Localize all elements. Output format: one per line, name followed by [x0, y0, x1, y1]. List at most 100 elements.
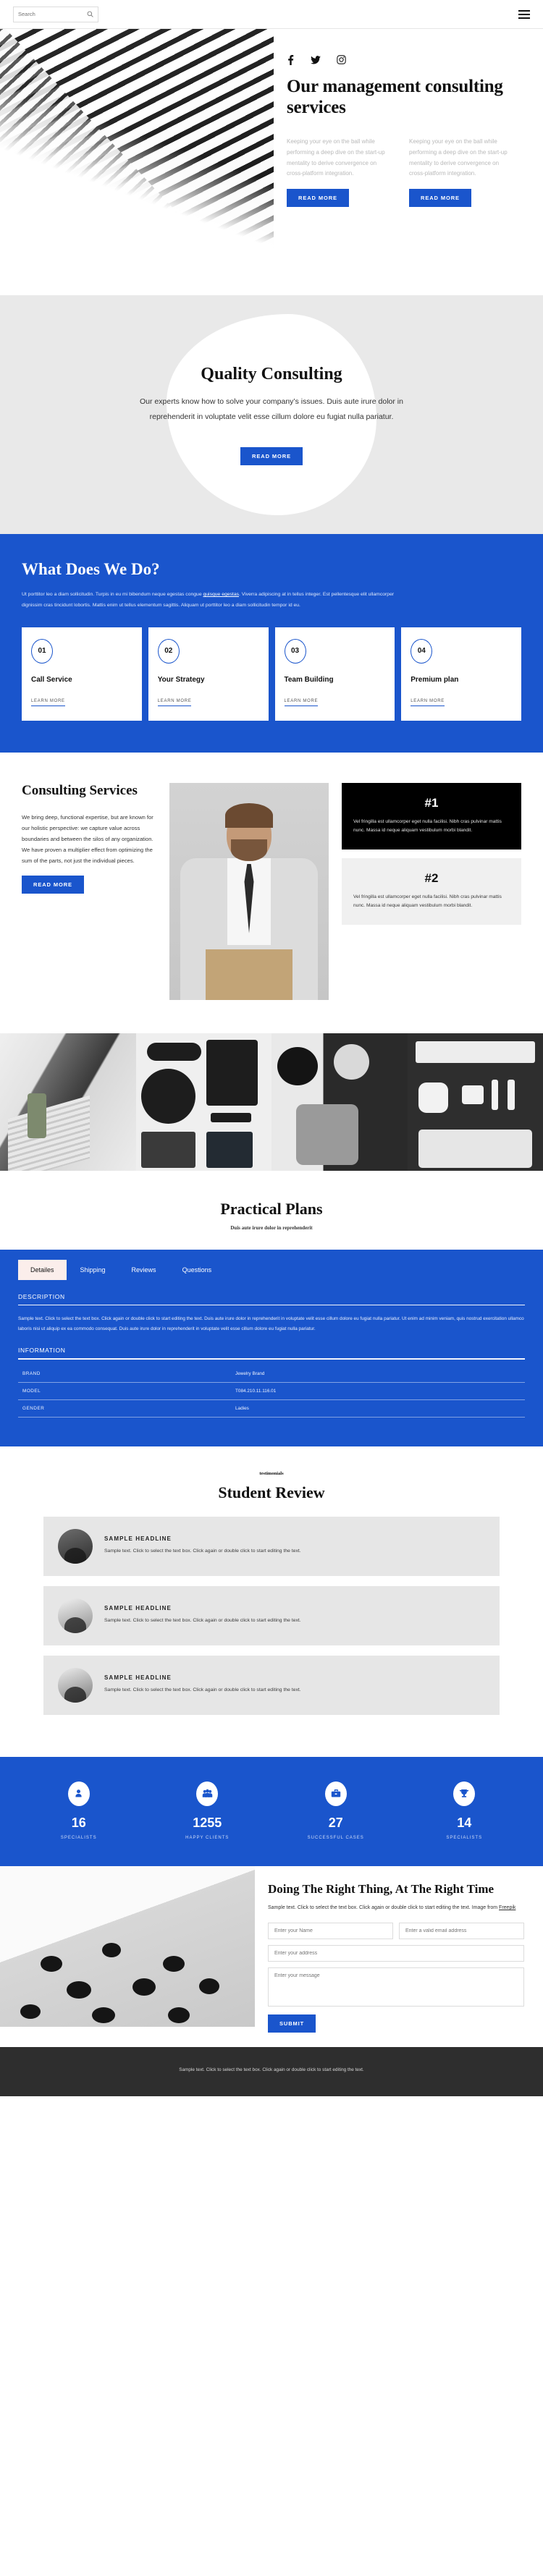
practical-plans-section: Detailes Shipping Reviews Questions DESC…: [0, 1249, 543, 1446]
tab-shipping[interactable]: Shipping: [68, 1260, 118, 1280]
rank-card-2: #2 Vel fringilla est ullamcorper eget nu…: [342, 857, 521, 925]
table-key: GENDER: [18, 1399, 231, 1418]
rank-card-1: #1 Vel fringilla est ullamcorper eget nu…: [342, 782, 521, 850]
service-number: 04: [411, 638, 433, 664]
hero-column-text: Keeping your eye on the ball while perfo…: [287, 138, 385, 177]
table-key: MODEL: [18, 1382, 231, 1400]
information-table: BRAND Jewelry Brand MODEL T084.210.11.11…: [18, 1365, 525, 1418]
email-field[interactable]: [399, 1922, 524, 1939]
smiling-businessman-photo: [169, 782, 329, 1000]
hero-building-image: [0, 29, 274, 295]
rank-title: #2: [424, 870, 439, 885]
testimonial-card: SAMPLE HEADLINE Sample text. Click to se…: [43, 1585, 500, 1645]
service-card[interactable]: 02 Your Strategy LEARN MORE: [148, 627, 269, 721]
tab-reviews[interactable]: Reviews: [119, 1260, 169, 1280]
practical-plans-header: Practical Plans Duis aute irure dolor in…: [0, 1170, 543, 1250]
service-card[interactable]: 04 Premium plan LEARN MORE: [401, 627, 521, 721]
service-number: 02: [157, 638, 180, 664]
service-card[interactable]: 03 Team Building LEARN MORE: [274, 627, 395, 721]
form-row: [268, 1944, 524, 1962]
table-row: BRAND Jewelry Brand: [18, 1365, 525, 1383]
testimonial-body: SAMPLE HEADLINE Sample text. Click to se…: [104, 1674, 301, 1695]
testimonials-eyebrow: testimonials: [259, 1470, 284, 1476]
contact-form-column: Doing The Right Thing, At The Right Time…: [255, 1866, 543, 2047]
quality-content: Quality Consulting Our experts know how …: [119, 365, 424, 465]
stat-label: HAPPY CLIENTS: [185, 1835, 230, 1840]
learn-more-link[interactable]: LEARN MORE: [411, 699, 445, 706]
testimonial-text: Sample text. Click to select the text bo…: [104, 1687, 301, 1693]
facebook-icon[interactable]: [287, 55, 295, 65]
testimonial-text: Sample text. Click to select the text bo…: [104, 1548, 301, 1554]
hero-section: Our management consulting services Keepi…: [0, 29, 543, 295]
name-field[interactable]: [268, 1922, 393, 1939]
rank-title: #1: [424, 795, 439, 810]
read-more-button[interactable]: READ MORE: [409, 189, 471, 208]
tab-questions[interactable]: Questions: [170, 1260, 224, 1280]
read-more-button[interactable]: READ MORE: [22, 876, 84, 894]
learn-more-link[interactable]: LEARN MORE: [284, 699, 319, 706]
plans-title: Practical Plans: [220, 1199, 323, 1218]
quality-consulting-section: Quality Consulting Our experts know how …: [0, 295, 543, 534]
instagram-icon[interactable]: [337, 55, 346, 65]
hero-content: Our management consulting services Keepi…: [287, 55, 526, 208]
read-more-button[interactable]: READ MORE: [240, 446, 303, 465]
form-row: [268, 1922, 524, 1939]
information-divider: [18, 1358, 525, 1360]
message-field[interactable]: [268, 1967, 524, 2007]
testimonial-headline: SAMPLE HEADLINE: [104, 1605, 172, 1612]
consulting-body: We bring deep, functional expertise, but…: [22, 814, 153, 864]
hero-column-text: Keeping your eye on the ball while perfo…: [409, 138, 508, 177]
search-icon[interactable]: [87, 8, 93, 21]
search-input[interactable]: [18, 11, 85, 17]
stat-value: 16: [71, 1815, 86, 1830]
photo-pants: [206, 949, 292, 1000]
learn-more-link[interactable]: LEARN MORE: [31, 699, 65, 706]
consulting-title: Consulting Services: [22, 782, 138, 798]
contact-lead: Sample text. Click to select the text bo…: [268, 1903, 524, 1912]
woman-portrait-avatar: [58, 1528, 93, 1564]
social-links: [287, 55, 526, 65]
search-box[interactable]: [13, 6, 98, 22]
table-value: Jewelry Brand: [231, 1365, 525, 1383]
quality-title: Quality Consulting: [201, 364, 342, 384]
testimonials-title: Student Review: [218, 1483, 325, 1501]
what-we-do-paragraph: Ut porttitor leo a diam sollicitudin. Tu…: [22, 589, 413, 611]
abstract-dotted-sculpture-photo: [0, 1865, 255, 2027]
burger-line: [518, 17, 530, 19]
photo-hair: [225, 802, 273, 828]
learn-more-link[interactable]: LEARN MORE: [157, 699, 192, 706]
service-title: Your Strategy: [157, 675, 205, 684]
table-row: GENDER Ladies: [18, 1399, 525, 1418]
description-text: Sample text. Click to select the text bo…: [18, 1316, 524, 1331]
read-more-button[interactable]: READ MORE: [287, 189, 349, 208]
service-title: Call Service: [31, 675, 72, 684]
twitter-icon[interactable]: [311, 55, 321, 65]
stat-value: 27: [328, 1815, 343, 1830]
description-heading: DESCRIPTION: [18, 1292, 65, 1300]
trophy-icon: [453, 1781, 476, 1806]
service-title: Premium plan: [411, 675, 459, 684]
top-bar: [0, 0, 543, 29]
table-value: Ladies: [231, 1399, 525, 1418]
submit-button[interactable]: SUBMIT: [268, 2014, 316, 2033]
footer: Sample text. Click to select the text bo…: [0, 2046, 543, 2096]
quality-body: Our experts know how to solve your compa…: [140, 397, 403, 421]
footer-text: Sample text. Click to select the text bo…: [179, 2067, 364, 2072]
testimonial-headline: SAMPLE HEADLINE: [104, 1674, 172, 1682]
address-field[interactable]: [268, 1944, 524, 1962]
table-row: MODEL T084.210.11.116.01: [18, 1382, 525, 1400]
hero-fade-mask: [0, 29, 274, 295]
stat-value: 14: [457, 1815, 472, 1830]
freepik-link[interactable]: Freepik: [499, 1905, 515, 1910]
service-card[interactable]: 01 Call Service LEARN MORE: [22, 627, 142, 721]
group-icon: [196, 1781, 219, 1806]
contact-section: Doing The Right Thing, At The Right Time…: [0, 1865, 543, 2047]
hamburger-menu-icon[interactable]: [518, 9, 530, 19]
tab-detailes[interactable]: Detailes: [18, 1259, 67, 1280]
quisque-egestas-link[interactable]: quisque egestas: [203, 592, 240, 597]
contact-lead-text: Sample text. Click to select the text bo…: [268, 1905, 500, 1911]
rank-text: Vel fringilla est ullamcorper eget nulla…: [353, 894, 502, 909]
photo-gallery: [0, 1033, 543, 1171]
testimonial-card: SAMPLE HEADLINE Sample text. Click to se…: [43, 1516, 500, 1576]
desk-flatlay-devices-photo: [135, 1033, 272, 1171]
